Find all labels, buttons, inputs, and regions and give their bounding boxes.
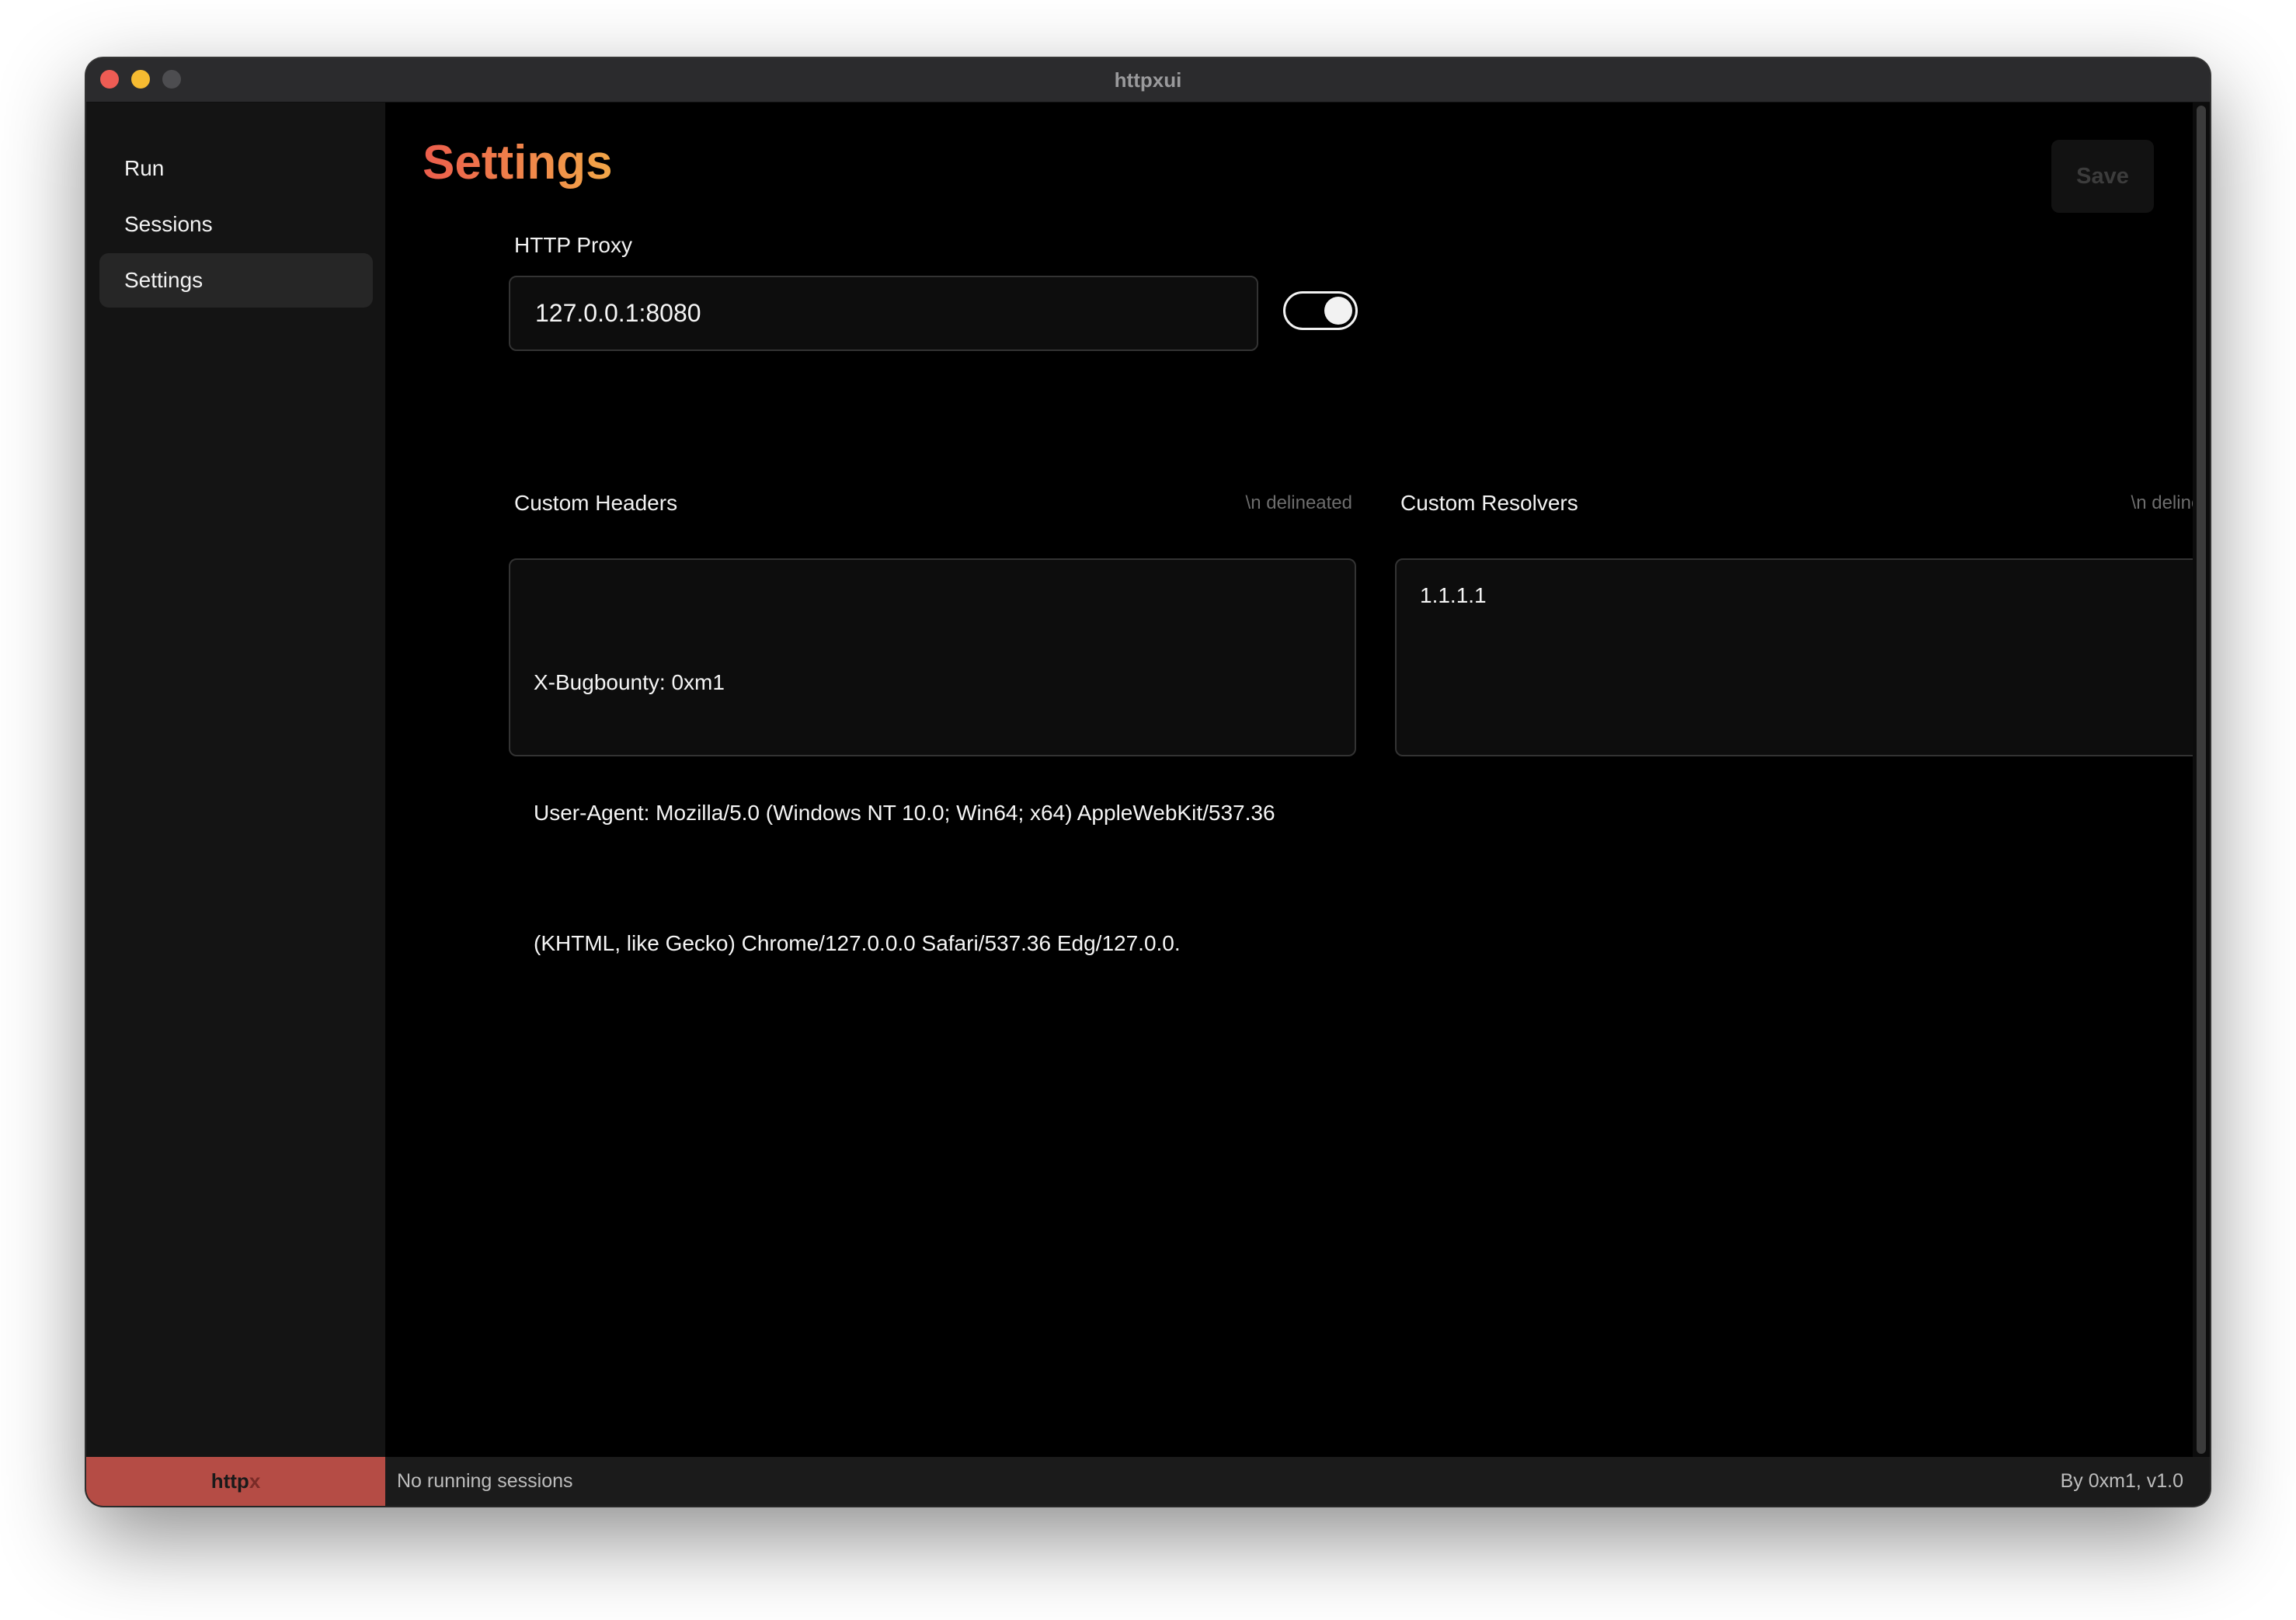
brand-text: http <box>210 1469 249 1493</box>
scrollbar[interactable] <box>2193 103 2210 1457</box>
page-title: Settings <box>423 136 613 189</box>
session-status: No running sessions <box>397 1470 573 1492</box>
title-bar: httpxui <box>86 58 2210 103</box>
header-line: User-Agent: Mozilla/5.0 (Windows NT 10.0… <box>534 801 1275 825</box>
window-title: httpxui <box>1114 68 1182 92</box>
sidebar: Run Sessions Settings <box>86 103 385 1457</box>
sidebar-item-sessions[interactable]: Sessions <box>99 197 373 252</box>
header-line: (KHTML, like Gecko) Chrome/127.0.0.0 Saf… <box>534 931 1181 955</box>
custom-resolvers-hint: \n delineated <box>2131 492 2210 513</box>
custom-headers-textarea[interactable]: X-Bugbounty: 0xm1 User-Agent: Mozilla/5.… <box>509 558 1356 955</box>
http-proxy-toggle[interactable] <box>1283 291 1358 330</box>
save-button[interactable]: Save <box>2051 140 2154 213</box>
app-window: httpxui Run Sessions Settings Settings S… <box>86 58 2210 1506</box>
sidebar-item-settings[interactable]: Settings <box>99 253 373 308</box>
sidebar-item-run[interactable]: Run <box>99 141 373 196</box>
status-bar: httpx No running sessions By 0xm1, v1.0 <box>86 1457 2210 1506</box>
toggle-knob <box>1324 297 1352 325</box>
http-proxy-input[interactable]: 127.0.0.1:8080 <box>509 276 1258 351</box>
settings-panel: Settings Save HTTP Proxy 127.0.0.1:8080 … <box>385 103 2210 1457</box>
http-proxy-label: HTTP Proxy <box>514 233 632 257</box>
brand-logo: httpx <box>86 1457 385 1506</box>
version-info: By 0xm1, v1.0 <box>2060 1470 2183 1492</box>
scrollbar-thumb[interactable] <box>2197 106 2206 1454</box>
custom-headers-hint: \n delineated <box>1245 492 1352 513</box>
custom-headers-label: Custom Headers <box>514 491 678 515</box>
custom-resolvers-textarea[interactable]: 1.1.1.1 <box>1395 558 2210 756</box>
brand-x-icon: x <box>249 1469 261 1493</box>
custom-resolvers-label: Custom Resolvers <box>1400 491 1578 515</box>
header-line: X-Bugbounty: 0xm1 <box>534 670 725 694</box>
